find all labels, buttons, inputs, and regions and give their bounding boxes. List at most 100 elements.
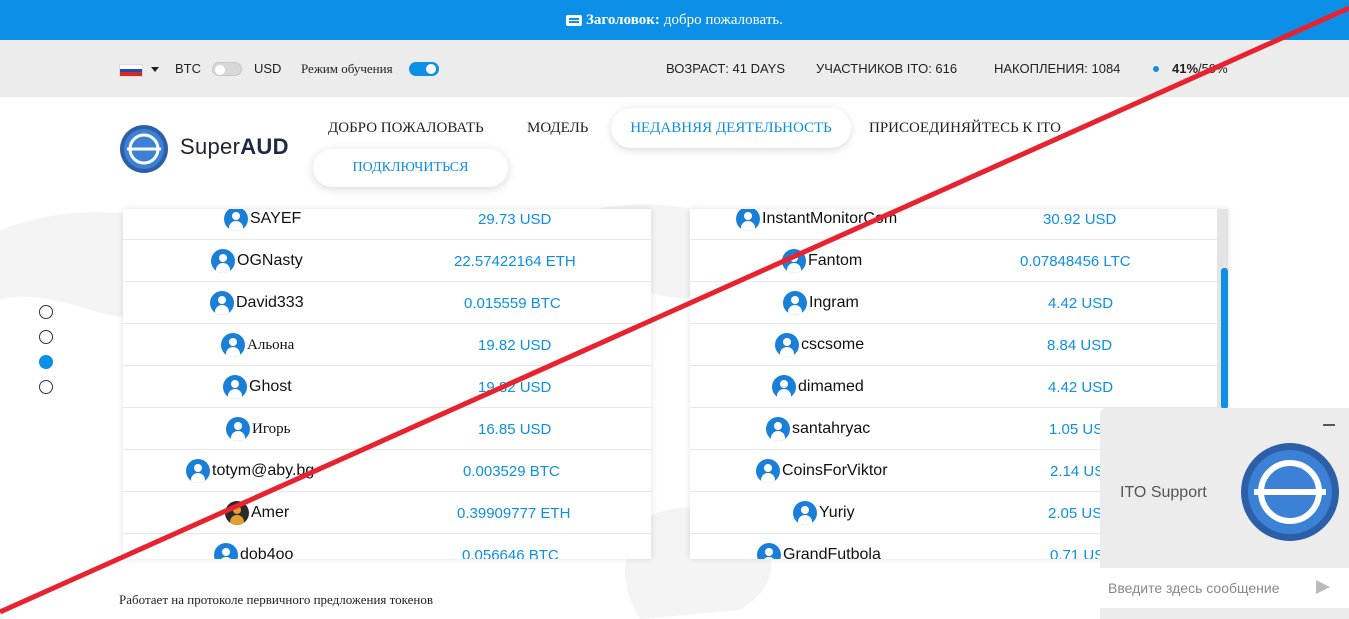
minimize-icon[interactable] — [1323, 424, 1335, 426]
user-avatar-icon — [736, 209, 760, 231]
user-avatar-icon — [793, 501, 817, 525]
superaud-logo-icon[interactable] — [119, 124, 169, 174]
top-banner: Заголовок: добро пожаловать. — [0, 0, 1349, 40]
connect-button[interactable]: ПОДКЛЮЧИТЬСЯ — [313, 149, 508, 187]
section-dot-3[interactable] — [39, 355, 53, 369]
user-avatar-icon — [783, 291, 807, 315]
table-row: Игорь 16.85 USD — [123, 408, 651, 450]
user-avatar-icon — [757, 543, 781, 559]
amount: 0.056646 BTC — [462, 546, 559, 560]
amount: 22.57422164 ETH — [454, 252, 576, 270]
user-avatar-icon — [211, 249, 235, 273]
user-name: dob4oo — [240, 546, 294, 559]
savings-stat: НАКОПЛЕНИЯ: 1084 — [994, 61, 1121, 76]
support-title: ITO Support — [1120, 484, 1207, 501]
participants-stat: УЧАСТНИКОВ ITO: 616 — [816, 61, 958, 76]
training-mode-toggle[interactable] — [409, 62, 439, 76]
banner-text: добро пожаловать. — [663, 11, 783, 28]
user-avatar-icon — [210, 291, 234, 315]
section-dot-2[interactable] — [39, 330, 53, 344]
amount: 16.85 USD — [478, 420, 552, 438]
nav-welcome[interactable]: ДОБРО ПОЖАЛОВАТЬ — [328, 120, 484, 137]
user-avatar-icon — [214, 543, 238, 559]
user-avatar-icon — [186, 459, 210, 483]
user-avatar-icon — [775, 333, 799, 357]
user-name: Ghost — [249, 378, 292, 395]
russian-flag-icon[interactable] — [119, 64, 143, 77]
currency-toggle[interactable] — [212, 62, 242, 76]
user-name: Yuriy — [819, 504, 855, 521]
table-row: Fantom 0.07848456 LTC — [690, 240, 1228, 282]
amount: 19.82 USD — [478, 378, 552, 396]
user-avatar-icon — [224, 209, 248, 231]
brand-name[interactable]: SuperAUD — [180, 134, 289, 160]
user-name: OGNasty — [237, 252, 303, 269]
user-avatar-icon — [221, 333, 245, 357]
scrollbar-thumb[interactable] — [1221, 268, 1228, 409]
user-name: GrandFutbola — [783, 546, 881, 559]
amount: 19.82 USD — [478, 336, 552, 354]
table-row: David333 0.015559 BTC — [123, 282, 651, 324]
user-name: Игорь — [252, 420, 291, 437]
amount: 4.42 USD — [1048, 294, 1114, 312]
amount: 0.015559 BTC — [464, 294, 561, 312]
user-name: dimamed — [798, 378, 864, 395]
training-mode-label: Режим обучения — [301, 61, 393, 76]
section-dot-1[interactable] — [39, 305, 53, 319]
table-row: Ingram 4.42 USD — [690, 282, 1228, 324]
user-avatar-icon — [756, 459, 780, 483]
custom-avatar-icon — [225, 501, 249, 525]
table-row: totym@aby.bg 0.003529 BTC — [123, 450, 651, 492]
amount: 8.84 USD — [1047, 336, 1113, 354]
chevron-down-icon[interactable] — [151, 67, 159, 72]
currency-btc-label: BTC — [175, 61, 201, 76]
status-dot — [1153, 66, 1159, 72]
support-message-input[interactable] — [1108, 574, 1308, 602]
user-name: Ingram — [809, 294, 859, 311]
send-icon[interactable] — [1316, 580, 1330, 594]
user-name: SAYEF — [250, 210, 302, 227]
user-name: David333 — [236, 294, 304, 311]
support-logo-icon — [1241, 443, 1339, 541]
amount: 0.003529 BTC — [463, 462, 560, 480]
table-row: OGNasty 22.57422164 ETH — [123, 240, 651, 282]
table-row: Ghost 19.82 USD — [123, 366, 651, 408]
user-avatar-icon — [782, 249, 806, 273]
user-name: InstantMonitorCom — [762, 210, 898, 227]
percent-stat: 41%/59% — [1172, 61, 1228, 76]
table-row: Amer 0.39909777 ETH — [123, 492, 651, 534]
user-name: Альона — [247, 336, 295, 353]
currency-usd-label: USD — [254, 61, 282, 76]
age-stat: ВОЗРАСТ: 41 DAYS — [666, 61, 786, 76]
table-row: dimamed 4.42 USD — [690, 366, 1228, 408]
amount: 29.73 USD — [478, 210, 552, 228]
support-chat-widget[interactable]: ITO Support — [1100, 408, 1349, 619]
user-name: santahryac — [792, 420, 871, 437]
footer-text: Работает на протоколе первичного предлож… — [119, 592, 434, 607]
user-avatar-icon — [766, 417, 790, 441]
table-row: cscsome 8.84 USD — [690, 324, 1228, 366]
card-icon — [566, 14, 583, 26]
user-avatar-icon — [223, 375, 247, 399]
amount: 0.39909777 ETH — [457, 504, 571, 522]
recent-activity-table-left[interactable]: SAYEF 29.73 USD OGNasty 22.57422164 ETH … — [123, 209, 651, 559]
nav-model[interactable]: МОДЕЛЬ — [527, 120, 588, 137]
user-name: totym@aby.bg — [212, 462, 315, 479]
user-name: cscsome — [801, 336, 865, 353]
user-name: Fantom — [808, 252, 863, 269]
table-row: Альона 19.82 USD — [123, 324, 651, 366]
table-row: dob4oo 0.056646 BTC — [123, 534, 651, 559]
support-input-row — [1100, 568, 1349, 608]
user-avatar-icon — [772, 375, 796, 399]
table-row: InstantMonitorCom 30.92 USD — [690, 209, 1228, 240]
table-row: SAYEF 29.73 USD — [123, 209, 651, 240]
amount: 0.07848456 LTC — [1020, 252, 1131, 270]
user-name: Amer — [251, 504, 290, 521]
nav-join-ito[interactable]: ПРИСОЕДИНЯЙТЕСЬ К ITO — [869, 120, 1061, 137]
user-name: CoinsForViktor — [782, 462, 888, 479]
user-avatar-icon — [226, 417, 250, 441]
section-dot-4[interactable] — [39, 380, 53, 394]
amount: 4.42 USD — [1048, 378, 1114, 396]
amount: 30.92 USD — [1043, 210, 1117, 228]
nav-recent-activity[interactable]: НЕДАВНЯЯ ДЕЯТЕЛЬНОСТЬ — [611, 108, 851, 148]
